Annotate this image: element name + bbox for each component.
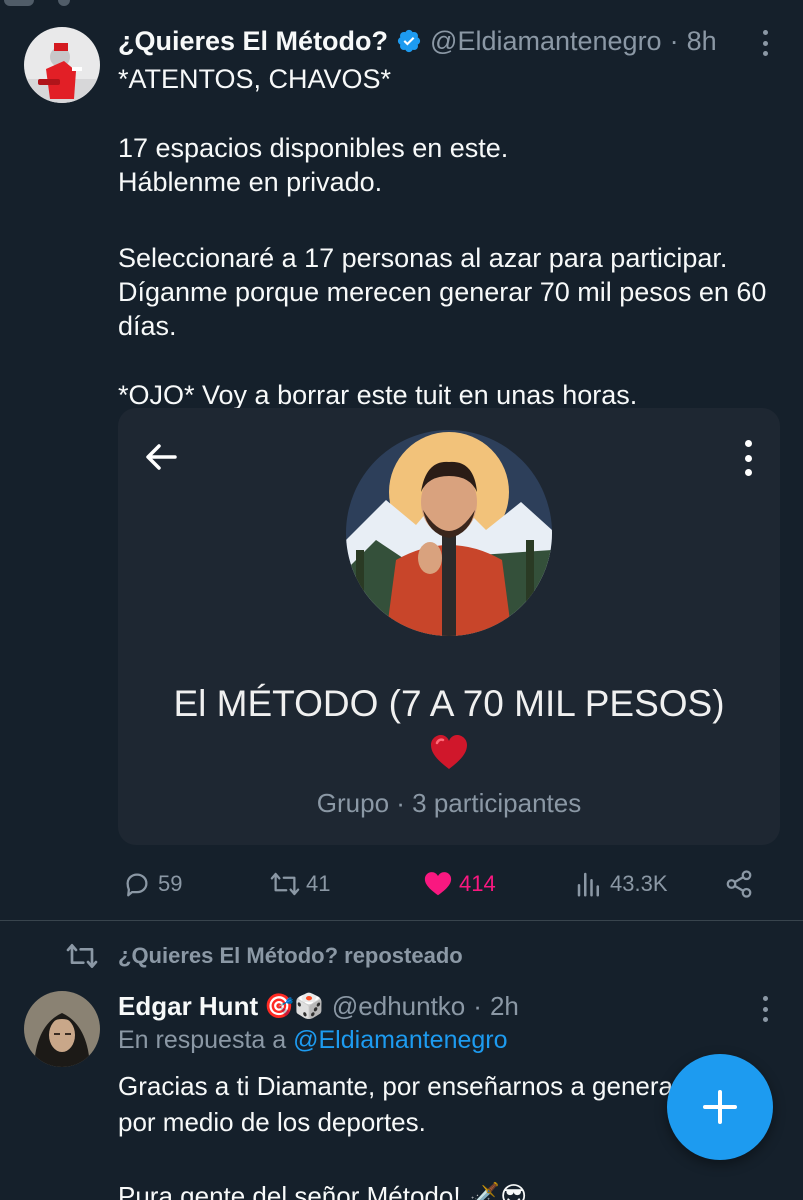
reply-author-avatar[interactable]	[24, 991, 100, 1067]
share-button[interactable]	[724, 862, 754, 906]
retweet-icon	[66, 944, 98, 968]
tweet-time[interactable]: 8h	[687, 26, 717, 57]
tweet-line: Gracias a ti Diamante, por enseñarnos a …	[118, 1071, 682, 1101]
group-subtitle: Grupo · 3 participantes	[316, 788, 582, 818]
tweet-line: 17 espacios disponibles en este.	[118, 133, 509, 163]
separator-dot: ·	[669, 25, 679, 56]
more-options-icon[interactable]	[753, 992, 777, 1026]
reply-author-name[interactable]: Edgar Hunt	[118, 991, 258, 1022]
heart-emoji-icon	[431, 735, 467, 769]
retweet-button[interactable]: 41	[270, 862, 330, 906]
tweet-line: Háblenme en privado.	[118, 167, 383, 197]
back-arrow-icon	[146, 444, 177, 470]
card-more-icon	[742, 440, 754, 476]
reply-count: 59	[158, 871, 183, 896]
previous-tweet-sliver	[0, 0, 803, 8]
author-handle[interactable]: @Eldiamantenegro	[430, 26, 662, 57]
tweet-actions: 59 41 414 43.3K	[118, 862, 768, 906]
tweet-line: Seleccionaré a 17 personas al azar para …	[118, 243, 728, 273]
views-count: 43.3K	[610, 871, 668, 896]
group-avatar	[346, 430, 552, 636]
reply-author-handle[interactable]: @edhuntko	[332, 991, 465, 1022]
tweet-line: Pura gente del señor Método! 🗡️😎	[118, 1181, 528, 1200]
reply-context: En respuesta a @Eldiamantenegro	[118, 1026, 508, 1055]
reply-icon	[126, 873, 148, 897]
retweet-count: 41	[306, 871, 331, 896]
views-button[interactable]: 43.3K	[574, 862, 668, 906]
tweet-line: *OJO* Voy a borrar este tuit en unas hor…	[118, 380, 638, 410]
like-button[interactable]: 414	[423, 862, 496, 906]
tweet-text: *ATENTOS, CHAVOS* 17 espacios disponible…	[118, 62, 768, 412]
views-chart-icon	[577, 872, 599, 897]
attached-image-card[interactable]: El MÉTODO (7 A 70 MIL PESOS) Grupo · 3 p…	[118, 408, 780, 845]
heart-filled-icon	[424, 872, 452, 896]
reply-tweet-time[interactable]: 2h	[490, 991, 519, 1022]
like-count: 414	[459, 871, 496, 896]
tweet-line: por medio de los deportes.	[118, 1107, 426, 1137]
share-icon	[726, 870, 752, 898]
tweet-header: ¿Quieres El Método? @Eldiamantenegro · 8…	[118, 24, 717, 58]
tweet-line: Díganme porque merecen generar 70 mil pe…	[118, 277, 767, 307]
author-name[interactable]: ¿Quieres El Método?	[118, 26, 388, 57]
name-emojis: 🎯🎲	[264, 992, 324, 1020]
separator-dot: ·	[473, 990, 482, 1021]
tweet-line: *ATENTOS, CHAVOS*	[118, 64, 392, 94]
tweet-line: días.	[118, 311, 177, 341]
repost-banner[interactable]: ¿Quieres El Método? reposteado	[66, 940, 463, 972]
reply-tweet-header: Edgar Hunt 🎯🎲 @edhuntko · 2h	[118, 988, 519, 1024]
tweet-divider	[0, 920, 803, 921]
reply-button[interactable]: 59	[122, 862, 182, 906]
compose-tweet-button[interactable]	[667, 1054, 773, 1160]
more-options-icon[interactable]	[753, 26, 777, 60]
group-name: El MÉTODO (7 A 70 MIL PESOS)	[173, 683, 725, 724]
verified-badge-icon	[397, 29, 421, 53]
reply-prefix: En respuesta a	[118, 1026, 287, 1054]
reply-mention-link[interactable]: @Eldiamantenegro	[293, 1026, 507, 1054]
author-avatar[interactable]	[24, 27, 100, 103]
retweet-icon	[270, 872, 300, 896]
repost-label: ¿Quieres El Método? reposteado	[118, 943, 463, 968]
reply-tweet-text: Gracias a ti Diamante, por enseñarnos a …	[118, 1068, 758, 1200]
plus-icon	[703, 1090, 737, 1124]
